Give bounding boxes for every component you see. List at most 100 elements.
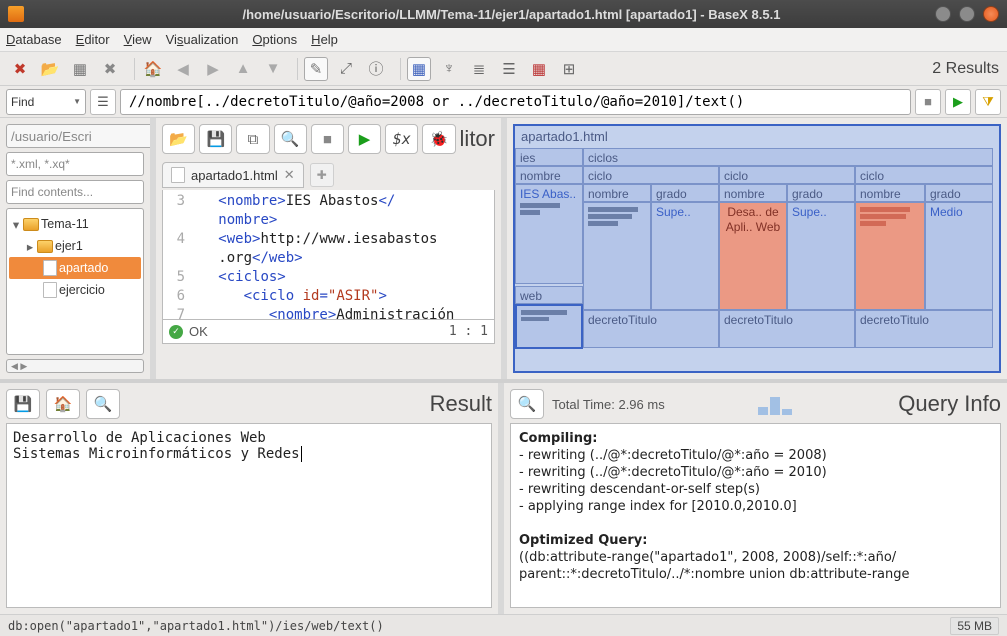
fwd-button[interactable]: ▶ [201,57,225,81]
query-info-panel: 🔍 Total Time: 2.96 ms Query Info Compili… [504,383,1007,614]
window-minimize-button[interactable] [935,6,951,22]
cell-nombre3-val[interactable] [855,202,925,310]
cell-decreto3[interactable]: decretoTitulo [855,310,993,348]
results-count: 2 Results [932,60,999,78]
cell-desa[interactable]: Desa.. de Apli.. Web [719,202,787,310]
edit-button[interactable]: ✎ [304,57,328,81]
result-save-button[interactable]: 💾 [6,389,40,419]
file-icon [171,167,185,183]
cell-web[interactable] [515,304,583,349]
info-title: Query Info [898,391,1001,417]
tree-file-apartado1[interactable]: apartado [9,257,141,279]
tab-add-button[interactable]: ✚ [310,163,334,187]
cell-ciclo2[interactable]: ciclo [719,166,855,184]
cell-grado1-val[interactable]: Supe.. [651,202,719,310]
result-search-button[interactable]: 🔍 [86,389,120,419]
cell-ciclo1[interactable]: ciclo [583,166,719,184]
query-info-output[interactable]: Compiling: - rewriting (../@*:decretoTit… [510,423,1001,608]
view-tree-button[interactable]: ♆ [437,57,461,81]
grid-button[interactable]: ▦ [68,57,92,81]
xquery-input[interactable] [120,89,911,115]
view-graph-button[interactable]: ⊞ [557,57,581,81]
result-output[interactable]: Desarrollo de Aplicaciones Web Sistemas … [6,423,492,608]
menu-view[interactable]: View [124,32,152,47]
cell-web-h[interactable]: web [515,286,583,304]
view-folder-button[interactable]: ☰ [497,57,521,81]
cell-decreto2[interactable]: decretoTitulo [719,310,855,348]
editor-run-button[interactable]: ▶ [348,124,381,154]
menu-editor[interactable]: Editor [76,32,110,47]
view-table-button[interactable]: ▦ [527,57,551,81]
tab-close-button[interactable]: ✕ [284,167,295,183]
down-button[interactable]: ▼ [261,57,285,81]
menu-database[interactable]: Database [6,32,62,47]
optimized-header: Optimized Query: [519,533,647,548]
tree-folder-tema11[interactable]: ▾Tema-11 [9,213,141,235]
timing-chart-icon [758,393,798,415]
project-tree[interactable]: ▾Tema-11 ▸ejer1 apartado ejercicio [6,208,144,355]
visualization-panel: apartado1.html ies nombre IES Abas.. web… [507,118,1007,379]
treemap-view[interactable]: apartado1.html ies nombre IES Abas.. web… [513,124,1001,373]
run-query-button[interactable]: ▶ [945,89,971,115]
stop-query-button[interactable]: ■ [915,89,941,115]
result-caret [301,446,302,462]
cell-grado3[interactable]: grado [925,184,993,202]
tree-file-ejercicio[interactable]: ejercicio [9,279,141,301]
doc-icon[interactable]: ☰ [90,89,116,115]
cell-nombre1[interactable]: nombre [583,184,651,202]
editor-open-button[interactable]: 📂 [162,124,195,154]
info-search-button[interactable]: 🔍 [510,389,544,419]
cell-decreto1[interactable]: decretoTitulo [583,310,719,348]
close-button[interactable]: ✖ [98,57,122,81]
expand-button[interactable]: ⤢ [334,57,358,81]
nav-filter-input[interactable]: *.xml, *.xq* [6,152,144,176]
window-maximize-button[interactable] [959,6,975,22]
view-list-button[interactable]: ≣ [467,57,491,81]
view-map-button[interactable]: ▦ [407,57,431,81]
code-editor[interactable]: 3 <nombre>IES Abastos</ nombre> 4 <web>h… [162,190,495,320]
back-button[interactable]: ◀ [171,57,195,81]
editor-var-button[interactable]: $x [385,124,418,154]
editor-save-button[interactable]: 💾 [199,124,232,154]
status-ok-icon: ✓ [169,325,183,339]
info-button[interactable]: ⓘ [364,57,388,81]
editor-tab-apartado1[interactable]: apartado1.html ✕ [162,162,304,188]
nav-hscroll[interactable]: ◀ ▶ [6,359,144,373]
home-button[interactable]: 🏠 [141,57,165,81]
tree-folder-ejer1[interactable]: ▸ejer1 [9,235,141,257]
editor-stop-button[interactable]: ■ [311,124,344,154]
cell-nombre3[interactable]: nombre [855,184,925,202]
editor-search-button[interactable]: 🔍 [274,124,307,154]
cell-grado2-val[interactable]: Supe.. [787,202,855,310]
status-ok-label: OK [189,324,208,339]
menu-options[interactable]: Options [252,32,297,47]
new-db-button[interactable]: ✖ [8,57,32,81]
cell-nombre2[interactable]: nombre [719,184,787,202]
open-button[interactable]: 📂 [38,57,62,81]
up-button[interactable]: ▲ [231,57,255,81]
menubar: Database Editor View Visualization Optio… [0,28,1007,52]
cell-nombre-h[interactable]: nombre [515,166,583,184]
editor-history-button[interactable]: ⧉ [236,124,269,154]
menu-help[interactable]: Help [311,32,338,47]
menu-visualization[interactable]: Visualization [166,32,239,47]
cell-ciclos[interactable]: ciclos [583,148,993,166]
cell-ies[interactable]: ies [515,148,583,166]
viz-file-label: apartado1.html [515,126,999,147]
window-close-button[interactable] [983,6,999,22]
status-path: db:open("apartado1","apartado1.html")/ie… [8,619,384,633]
status-memory: 55 MB [950,617,999,635]
nav-find-input[interactable]: Find contents... [6,180,144,204]
nav-path-input[interactable] [6,124,150,148]
find-mode-select[interactable]: Find [6,89,86,115]
cell-grado1[interactable]: grado [651,184,719,202]
result-home-button[interactable]: 🏠 [46,389,80,419]
window-titlebar: /home/usuario/Escritorio/LLMM/Tema-11/ej… [0,0,1007,28]
cell-ciclo3[interactable]: ciclo [855,166,993,184]
cell-iesabas[interactable]: IES Abas.. [515,184,583,284]
filter-button[interactable]: ⧩ [975,89,1001,115]
editor-debug-button[interactable]: 🐞 [422,124,455,154]
cell-nombre1-val[interactable] [583,202,651,310]
cell-grado2[interactable]: grado [787,184,855,202]
cell-grado3-val[interactable]: Medio [925,202,993,310]
